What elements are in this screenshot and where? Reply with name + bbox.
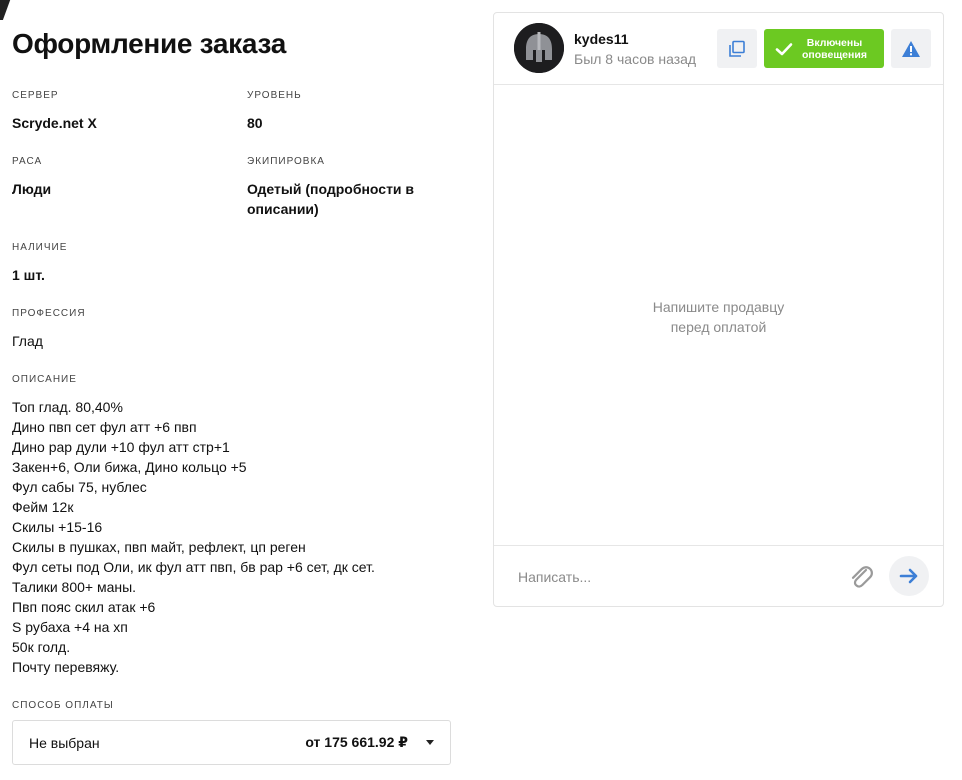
description-line: Пвп пояс скил атак +6 — [12, 599, 156, 615]
field-profession: ПРОФЕССИЯ Глад — [12, 308, 86, 351]
field-equipment: ЭКИПИРОВКА Одетый (подробности в описани… — [247, 156, 447, 219]
report-button[interactable] — [891, 29, 931, 68]
description-line: Почту перевяжу. — [12, 659, 120, 675]
corner-decoration — [0, 0, 14, 20]
check-icon — [775, 42, 793, 55]
field-description: ОПИСАНИЕ Топ глад. 80,40% Дино пвп сет ф… — [12, 374, 375, 677]
field-server-value: Scryde.net X — [12, 115, 97, 131]
description-line: Дино рар дули +10 фул атт стр+1 — [12, 439, 230, 455]
description-line: Скилы +15-16 — [12, 519, 103, 535]
notifications-label-line2: оповещения — [802, 48, 867, 61]
field-profession-label: ПРОФЕССИЯ — [12, 308, 86, 319]
spartan-helmet-icon — [514, 23, 564, 73]
field-server-label: СЕРВЕР — [12, 90, 59, 101]
seller-last-seen: Был 8 часов назад — [574, 51, 697, 67]
seller-username[interactable]: kydes11 — [574, 31, 629, 47]
field-stock-label: НАЛИЧИЕ — [12, 242, 68, 253]
notifications-label-line1: Включены — [806, 36, 863, 49]
send-button[interactable] — [889, 556, 929, 596]
field-server: СЕРВЕР Scryde.net X — [12, 90, 97, 133]
field-race-label: РАСА — [12, 156, 43, 167]
description-line: Дино пвп сет фул атт +6 пвп — [12, 419, 197, 435]
field-payment: СПОСОБ ОПЛАТЫ — [12, 700, 114, 711]
field-race: РАСА Люди — [12, 156, 51, 199]
arrow-right-icon — [899, 568, 918, 584]
description-line: S рубаха +4 на хп — [12, 619, 128, 635]
seller-chat: kydes11 Был 8 часов назад Включены опове… — [493, 12, 944, 607]
message-input[interactable] — [518, 566, 818, 588]
paperclip-icon — [851, 566, 873, 588]
payment-price: от 175 661.92 ₽ — [305, 734, 408, 750]
chevron-down-icon — [426, 740, 434, 745]
field-level: УРОВЕНЬ 80 — [247, 90, 302, 133]
payment-method-select[interactable]: Не выбран от 175 661.92 ₽ — [12, 720, 451, 765]
field-equipment-value: Одетый (подробности в описании) — [247, 181, 415, 217]
description-line: Скилы в пушках, пвп майт, рефлект, цп ре… — [12, 539, 306, 555]
page-title: Оформление заказа — [12, 28, 286, 59]
description-line: 50к голд. — [12, 639, 71, 655]
payment-method-value: Не выбран — [29, 734, 100, 751]
field-level-label: УРОВЕНЬ — [247, 90, 302, 101]
chat-footer — [494, 545, 943, 606]
chat-header: kydes11 Был 8 часов назад Включены опове… — [494, 13, 943, 85]
notifications-label: Включены оповещения — [802, 37, 867, 61]
chat-empty-line1: Напишите продавцу — [652, 299, 785, 315]
chat-empty-line2: перед оплатой — [670, 319, 767, 335]
order-page: Оформление заказа СЕРВЕР Scryde.net X УР… — [0, 0, 962, 780]
attach-button[interactable] — [846, 562, 876, 592]
copy-button[interactable] — [717, 29, 757, 68]
avatar[interactable] — [514, 23, 564, 73]
field-stock: НАЛИЧИЕ 1 шт. — [12, 242, 67, 285]
description-text: Топ глад. 80,40% Дино пвп сет фул атт +6… — [12, 397, 375, 677]
field-profession-value: Глад — [12, 333, 43, 349]
copy-icon — [729, 40, 745, 57]
field-level-value: 80 — [247, 115, 263, 131]
field-payment-label: СПОСОБ ОПЛАТЫ — [12, 700, 114, 711]
description-line: Фул сеты под Оли, ик фул атт пвп, бв рар… — [12, 559, 375, 575]
description-line: Талики 800+ маны. — [12, 579, 137, 595]
field-description-label: ОПИСАНИЕ — [12, 374, 77, 385]
warning-icon — [902, 40, 920, 57]
field-stock-value: 1 шт. — [12, 267, 45, 283]
field-race-value: Люди — [12, 181, 52, 197]
description-line: Фейм 12к — [12, 499, 74, 515]
chat-empty-state: Напишите продавцу перед оплатой — [494, 297, 943, 337]
description-line: Топ глад. 80,40% — [12, 399, 123, 415]
field-equipment-label: ЭКИПИРОВКА — [247, 156, 325, 167]
description-line: Закен+6, Оли бижа, Дино кольцо +5 — [12, 459, 247, 475]
description-line: Фул сабы 75, нублес — [12, 479, 147, 495]
notifications-toggle-button[interactable]: Включены оповещения — [764, 29, 884, 68]
